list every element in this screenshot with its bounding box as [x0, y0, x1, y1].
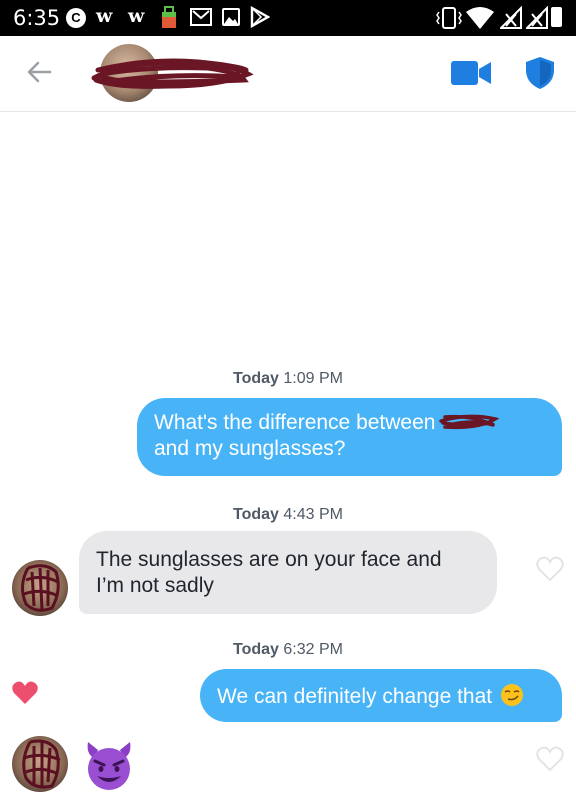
message-text: What's the difference between: [154, 411, 436, 434]
arrow-left-icon: [27, 61, 52, 83]
message-text: The sunglasses are on your face and: [96, 548, 442, 571]
image-icon: [222, 8, 240, 26]
c-app-icon: C: [66, 8, 86, 28]
status-time: 6:35: [13, 6, 61, 30]
message-timestamp: Today 6:32 PM: [233, 641, 343, 658]
video-camera-icon: [451, 61, 491, 85]
match-avatar[interactable]: [12, 736, 68, 792]
redacted-name: [91, 58, 254, 89]
w-app-icon: w: [128, 5, 145, 27]
back-button[interactable]: [22, 54, 58, 90]
vibrate-icon: [436, 7, 462, 29]
message-timestamp: Today 1:09 PM: [233, 370, 343, 387]
gmail-icon: [190, 8, 212, 26]
like-heart-icon[interactable]: [536, 746, 564, 772]
liked-heart-icon[interactable]: [11, 680, 39, 706]
shopping-bag-icon: [162, 6, 176, 28]
no-signal-icon: [526, 6, 548, 29]
status-bar: 6:35 C w w: [0, 0, 576, 36]
incoming-message[interactable]: The sunglasses are on your face and I’m …: [79, 531, 497, 614]
no-signal-icon: [500, 6, 522, 29]
like-heart-icon[interactable]: [536, 556, 564, 582]
w-app-icon: w: [96, 5, 113, 27]
wifi-icon: [466, 7, 494, 29]
message-timestamp: Today 4:43 PM: [233, 506, 343, 523]
match-avatar[interactable]: [12, 560, 68, 616]
message-text: and my sunglasses?: [154, 437, 346, 460]
smiling-face-with-horns-emoji[interactable]: [82, 740, 136, 792]
outgoing-message[interactable]: What's the difference between and my sun…: [137, 398, 562, 476]
battery-icon: [551, 7, 562, 27]
message-text: I’m not sadly: [96, 574, 214, 597]
redacted-face: [22, 739, 61, 789]
safety-button[interactable]: [525, 56, 555, 90]
video-call-button[interactable]: [451, 60, 491, 86]
chat-header: [0, 36, 576, 112]
outgoing-message[interactable]: We can definitely change that: [200, 669, 562, 722]
shield-icon: [526, 57, 554, 89]
smirking-face-emoji: [500, 684, 523, 706]
redacted-text: [439, 414, 500, 430]
message-text: We can definitely change that: [217, 685, 493, 708]
play-store-icon: [250, 6, 270, 28]
redacted-face: [21, 564, 60, 612]
